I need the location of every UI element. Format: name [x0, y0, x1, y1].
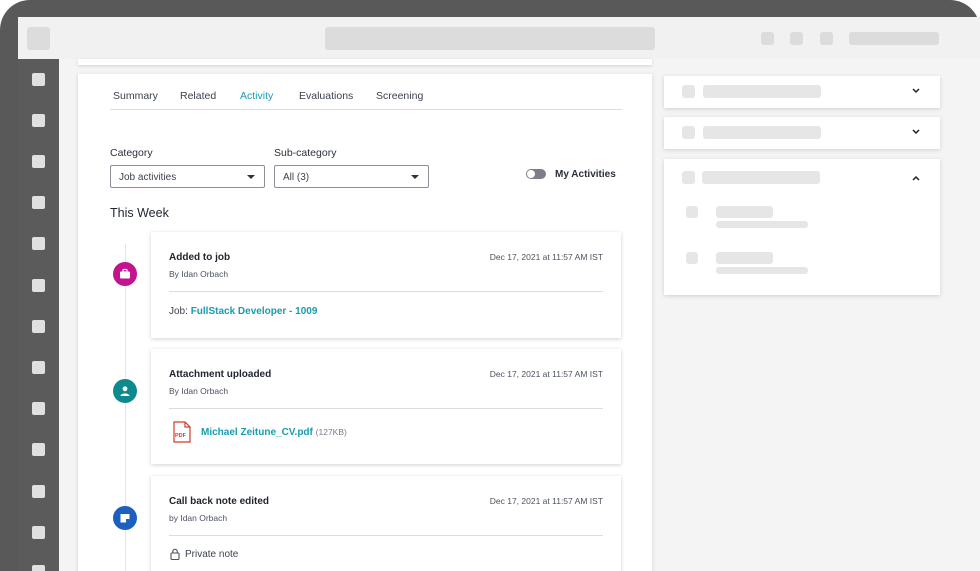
activity-item: Attachment uploaded By Idan Orbach Dec 1…: [151, 349, 621, 464]
tab-evaluations[interactable]: Evaluations: [299, 90, 353, 102]
briefcase-icon: [120, 268, 130, 279]
category-label: Category: [110, 147, 153, 159]
tab-bar: Summary Related Activity Evaluations Scr…: [110, 74, 622, 110]
chevron-down-icon: [411, 175, 419, 179]
row-icon-placeholder: [686, 206, 698, 218]
nav-icon-placeholder[interactable]: [32, 320, 45, 333]
activity-title: Attachment uploaded: [169, 369, 272, 380]
person-icon: [120, 386, 130, 396]
side-panel-collapsed[interactable]: [664, 117, 940, 149]
job-prefix: Job:: [169, 306, 191, 317]
attachment-row: Michael Zeitune_CV.pdf (127KB): [201, 427, 347, 438]
nav-icon-placeholder[interactable]: [32, 361, 45, 374]
subcategory-value: All (3): [283, 172, 310, 183]
panel-icon-placeholder: [682, 171, 695, 184]
toggle-knob: [527, 170, 535, 178]
nav-icon-placeholder[interactable]: [32, 526, 45, 539]
activity-date: Dec 17, 2021 at 11:57 AM IST: [489, 252, 603, 262]
nav-icon-placeholder[interactable]: [32, 402, 45, 415]
toolbar-icon-placeholder[interactable]: [820, 32, 833, 45]
chevron-up-icon[interactable]: [912, 175, 920, 181]
divider: [169, 408, 603, 409]
tab-screening[interactable]: Screening: [376, 90, 423, 102]
nav-icon-placeholder[interactable]: [32, 443, 45, 456]
subcategory-label: Sub-category: [274, 147, 337, 159]
row-subtitle-placeholder: [716, 267, 808, 274]
main-area: Summary Related Activity Evaluations Scr…: [59, 59, 980, 571]
side-panel-collapsed[interactable]: [664, 76, 940, 108]
tab-activity[interactable]: Activity: [240, 90, 273, 102]
panel-title-placeholder: [702, 171, 820, 184]
nav-icon-placeholder[interactable]: [32, 73, 45, 86]
chevron-down-icon[interactable]: [912, 129, 920, 135]
divider: [169, 535, 603, 536]
header-card-edge: [78, 59, 652, 65]
nav-icon-placeholder[interactable]: [32, 155, 45, 168]
logo-placeholder: [27, 27, 50, 50]
side-panel-expanded: [664, 159, 940, 295]
activity-body: Job: FullStack Developer - 1009: [169, 306, 317, 317]
my-activities-label: My Activities: [555, 169, 616, 180]
attachment-link[interactable]: Michael Zeitune_CV.pdf: [201, 427, 313, 438]
subcategory-select[interactable]: All (3): [274, 165, 429, 188]
category-select[interactable]: Job activities: [110, 165, 265, 188]
toolbar-icon-placeholder[interactable]: [761, 32, 774, 45]
nav-icon-placeholder[interactable]: [32, 485, 45, 498]
activity-item: Call back note edited by Idan Orbach Dec…: [151, 476, 621, 571]
activity-date: Dec 17, 2021 at 11:57 AM IST: [489, 369, 603, 379]
pdf-badge: PDF: [175, 433, 186, 439]
row-icon-placeholder: [686, 252, 698, 264]
top-bar: [18, 17, 980, 59]
activity-title: Call back note edited: [169, 496, 270, 507]
activity-dot: [113, 379, 137, 403]
row-title-placeholder: [716, 252, 773, 264]
attachment-size: (127KB): [315, 427, 347, 437]
search-placeholder[interactable]: [325, 27, 655, 50]
section-title: This Week: [110, 206, 169, 220]
left-nav-rail: [18, 59, 59, 571]
activity-item: Added to job By Idan Orbach Dec 17, 2021…: [151, 232, 621, 338]
divider: [169, 291, 603, 292]
pdf-file-icon[interactable]: [173, 421, 191, 443]
user-menu-placeholder[interactable]: [849, 32, 939, 45]
activity-title: Added to job: [169, 252, 231, 263]
activity-date: Dec 17, 2021 at 11:57 AM IST: [489, 496, 603, 506]
tab-related[interactable]: Related: [180, 90, 216, 102]
activity-author: By Idan Orbach: [169, 269, 229, 279]
activity-dot: [113, 262, 137, 286]
lock-icon: [170, 548, 180, 560]
panel-title-placeholder: [703, 85, 821, 98]
panel-icon-placeholder: [682, 85, 695, 98]
screen: Summary Related Activity Evaluations Scr…: [18, 17, 980, 571]
row-subtitle-placeholder: [716, 221, 808, 228]
activity-author: by Idan Orbach: [169, 513, 228, 523]
my-activities-toggle[interactable]: [526, 169, 546, 179]
note-icon: [120, 514, 130, 523]
activity-dot: [113, 506, 137, 530]
nav-icon-placeholder[interactable]: [32, 114, 45, 127]
chevron-down-icon[interactable]: [912, 88, 920, 94]
nav-icon-placeholder[interactable]: [32, 565, 45, 571]
private-note-label: Private note: [185, 549, 239, 560]
nav-icon-placeholder[interactable]: [32, 237, 45, 250]
activity-card: Summary Related Activity Evaluations Scr…: [78, 74, 652, 571]
nav-icon-placeholder[interactable]: [32, 279, 45, 292]
nav-icon-placeholder[interactable]: [32, 196, 45, 209]
activity-author: By Idan Orbach: [169, 386, 229, 396]
chevron-down-icon: [247, 175, 255, 179]
device-frame: Summary Related Activity Evaluations Scr…: [0, 0, 980, 571]
tab-summary[interactable]: Summary: [113, 90, 158, 102]
job-link[interactable]: FullStack Developer - 1009: [191, 306, 318, 317]
toolbar-icon-placeholder[interactable]: [790, 32, 803, 45]
panel-title-placeholder: [703, 126, 821, 139]
panel-icon-placeholder: [682, 126, 695, 139]
row-title-placeholder: [716, 206, 773, 218]
category-value: Job activities: [119, 172, 177, 183]
